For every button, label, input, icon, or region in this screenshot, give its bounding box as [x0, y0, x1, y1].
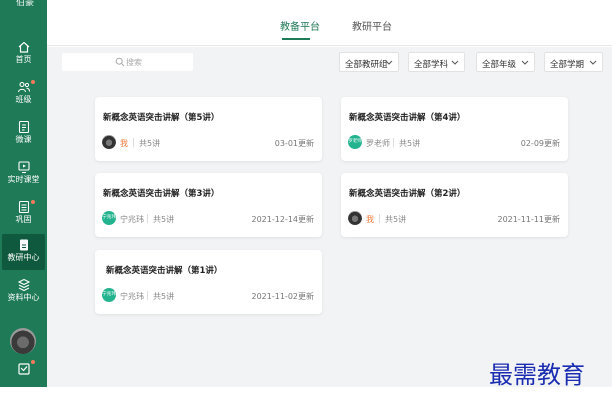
sidebar-item-label: 巩固	[15, 215, 32, 224]
course-title: 新概念英语突击讲解（第3讲）	[103, 189, 220, 199]
filter-semester-select[interactable]: 全部学期	[544, 52, 603, 72]
user-avatar[interactable]	[10, 328, 36, 354]
filter-subject-select[interactable]: 全部学科	[408, 52, 465, 72]
avatar: 罗老师	[348, 135, 362, 149]
course-author: 我	[120, 139, 128, 148]
sidebar-item-research-center[interactable]: 教研中心	[2, 234, 45, 270]
update-date: 2021-11-11更新	[497, 215, 561, 224]
course-card[interactable]: 新概念英语突击讲解（第4讲） 罗老师 罗老师 共5讲 02-09更新	[341, 97, 568, 161]
lesson-count: 共5讲	[153, 215, 175, 224]
sidebar-item-label: 实时课堂	[7, 175, 40, 184]
tab-teaching-research-platform[interactable]: 教研平台	[352, 18, 392, 33]
course-author: 宁兆玮	[120, 215, 144, 224]
chevron-down-icon	[385, 60, 393, 65]
divider	[147, 214, 148, 223]
search-placeholder: 搜索	[126, 58, 142, 67]
consolidate-icon	[18, 200, 29, 214]
sidebar-item-consolidate[interactable]: 巩固	[0, 196, 47, 232]
divider	[393, 138, 394, 147]
lesson-count: 共5讲	[139, 139, 161, 148]
lesson-count: 共5讲	[385, 215, 407, 224]
notification-dot	[31, 360, 35, 364]
divider	[147, 291, 148, 300]
app-name: 伯豪	[16, 0, 35, 8]
course-title: 新概念英语突击讲解（第5讲）	[103, 113, 220, 123]
update-date: 02-09更新	[520, 139, 560, 148]
update-date: 03-01更新	[274, 139, 314, 148]
sidebar-item-label: 班级	[15, 95, 32, 104]
research-center-icon	[19, 239, 28, 251]
message-icon	[17, 363, 30, 375]
sidebar-item-class[interactable]: 班级	[0, 76, 47, 112]
tab-lesson-prep-platform[interactable]: 教备平台	[280, 18, 320, 33]
notification-dot	[31, 200, 35, 204]
search-icon	[115, 57, 125, 67]
chevron-down-icon	[589, 60, 597, 65]
avatar: 宁兆玮	[102, 288, 116, 302]
course-author: 我	[366, 215, 374, 224]
micro-lesson-icon	[18, 120, 29, 134]
course-title: 新概念英语突击讲解（第1讲）	[106, 266, 223, 276]
watermark: 最需教育	[489, 361, 585, 389]
filter-value: 全部教研组	[345, 60, 388, 70]
sidebar-item-home[interactable]: 首页	[0, 36, 47, 72]
course-title: 新概念英语突击讲解（第4讲）	[349, 113, 466, 123]
update-date: 2021-12-14更新	[251, 215, 315, 224]
lesson-count: 共5讲	[399, 139, 421, 148]
filter-value: 全部学科	[414, 60, 449, 70]
resource-center-icon	[17, 278, 30, 292]
chevron-down-icon	[521, 60, 529, 65]
chevron-down-icon	[451, 60, 459, 65]
active-tab-indicator	[282, 38, 310, 40]
course-author: 宁兆玮	[120, 292, 144, 301]
live-class-icon	[17, 161, 30, 174]
avatar	[102, 135, 116, 149]
search-input[interactable]: 搜索	[62, 53, 193, 71]
class-icon	[17, 81, 30, 93]
divider	[133, 138, 134, 147]
top-tab-bar: 教备平台 教研平台	[47, 0, 612, 46]
filter-value: 全部年级	[482, 60, 517, 70]
avatar: 宁兆玮	[102, 211, 116, 225]
divider	[379, 214, 380, 223]
sidebar-item-label: 微课	[15, 135, 32, 144]
home-icon	[18, 41, 29, 53]
course-card[interactable]: 新概念英语突击讲解（第5讲） 我 共5讲 03-01更新	[95, 97, 322, 161]
main-content: 搜索 全部教研组 全部学科 全部年级 全部学期 新概念英语突击讲解（第5讲） 我…	[47, 47, 612, 387]
update-date: 2021-11-02更新	[251, 292, 315, 301]
course-author: 罗老师	[366, 139, 390, 148]
avatar	[348, 211, 362, 225]
course-card[interactable]: 新概念英语突击讲解（第3讲） 宁兆玮 宁兆玮 共5讲 2021-12-14更新	[95, 173, 322, 237]
lesson-count: 共5讲	[153, 292, 175, 301]
filter-value: 全部学期	[550, 60, 585, 70]
sidebar-item-micro-lesson[interactable]: 微课	[0, 116, 47, 152]
sidebar-item-label: 教研中心	[7, 253, 40, 262]
notification-dot	[31, 80, 35, 84]
sidebar-item-label: 首页	[15, 55, 32, 64]
course-title: 新概念英语突击讲解（第2讲）	[349, 189, 466, 199]
sidebar-item-resource-center[interactable]: 资料中心	[0, 274, 47, 310]
filter-research-group-select[interactable]: 全部教研组	[339, 52, 399, 72]
filter-grade-select[interactable]: 全部年级	[476, 52, 535, 72]
sidebar: 伯豪 首页 班级 微课 实时课堂 巩固 教研中心 资料中心	[0, 0, 47, 387]
sidebar-item-label: 资料中心	[7, 293, 40, 302]
sidebar-item-messages[interactable]	[0, 358, 47, 380]
sidebar-item-live-class[interactable]: 实时课堂	[0, 156, 47, 192]
course-card[interactable]: 新概念英语突击讲解（第1讲） 宁兆玮 宁兆玮 共5讲 2021-11-02更新	[95, 250, 322, 314]
course-card[interactable]: 新概念英语突击讲解（第2讲） 我 共5讲 2021-11-11更新	[341, 173, 568, 237]
